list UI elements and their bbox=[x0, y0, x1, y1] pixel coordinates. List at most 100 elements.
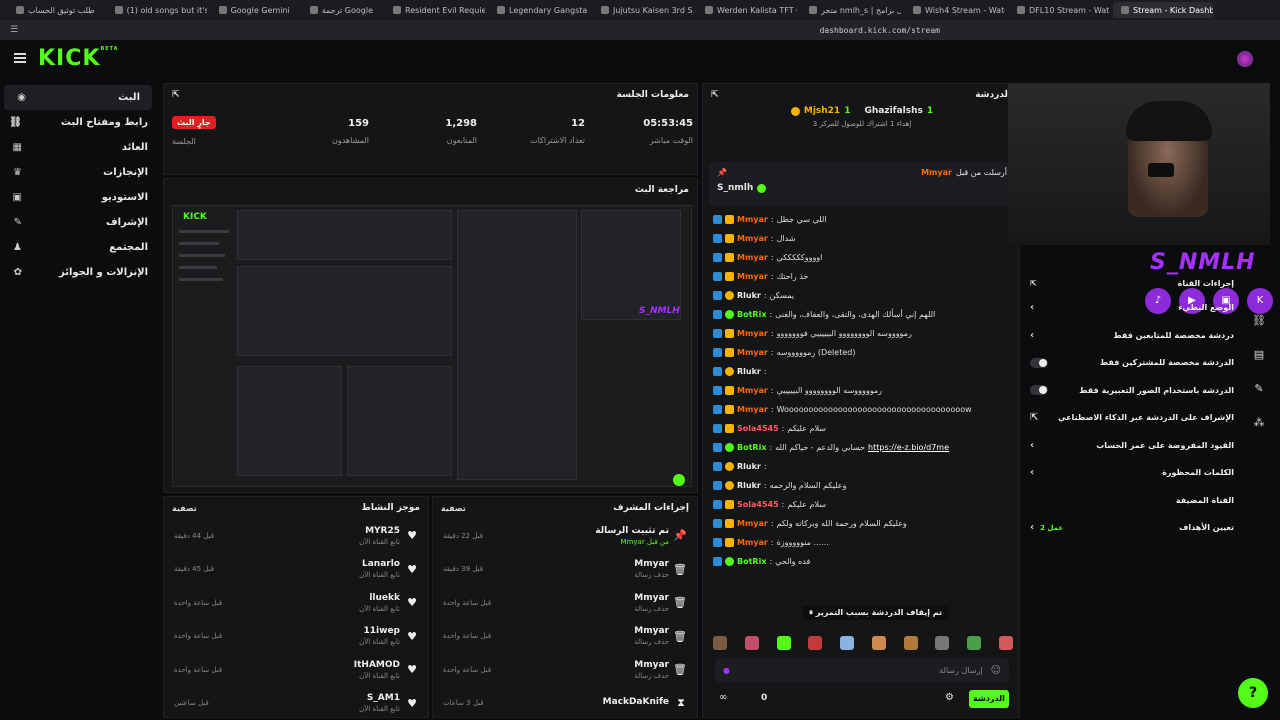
browser-tab[interactable]: Wish4 Stream - Watch bbox=[905, 2, 1005, 18]
chat-input[interactable]: ☺ إرسال رسالة ● bbox=[715, 658, 1009, 682]
mic-icon[interactable]: ● bbox=[723, 666, 730, 675]
chat-message[interactable]: Mmyar: منوووووزة ...... bbox=[713, 533, 1013, 552]
emote-icon[interactable] bbox=[903, 636, 918, 650]
popout-icon[interactable]: ⇱ bbox=[711, 90, 719, 100]
chevron-right-icon[interactable]: › bbox=[1030, 302, 1034, 313]
chat-message[interactable]: Rlukr: وعليكم السلام والرحمه bbox=[713, 476, 1013, 495]
settings-icon[interactable]: ⚙ bbox=[945, 692, 954, 703]
chat-username[interactable]: Rlukr bbox=[737, 462, 761, 471]
emote-icon[interactable] bbox=[967, 636, 982, 650]
pin-icon[interactable]: 📌 bbox=[717, 168, 727, 177]
url-text[interactable]: dashboard.kick.com/stream bbox=[740, 26, 940, 35]
kick-logo[interactable]: KICKBETA bbox=[38, 46, 119, 71]
channel-action-row[interactable]: القيود المفروضة على عمر الحساب › bbox=[1024, 432, 1240, 460]
channel-action-row[interactable]: الدردشة باستخدام الصور التعبيرية فقط bbox=[1024, 377, 1240, 405]
chat-username[interactable]: Mmyar bbox=[737, 386, 768, 395]
chat-paused-banner[interactable]: ⏸ تم إيقاف الدردشة بسبب التمرير bbox=[803, 606, 949, 620]
chat-username[interactable]: Mmyar bbox=[737, 405, 768, 414]
emote-icon[interactable] bbox=[935, 636, 950, 650]
sidebar-item[interactable]: البث ◉ bbox=[4, 85, 152, 110]
menu-icon[interactable] bbox=[14, 53, 26, 63]
chat-username[interactable]: BotRix bbox=[737, 557, 766, 566]
chat-username[interactable]: Mmyar bbox=[737, 234, 768, 243]
toggle-switch[interactable] bbox=[1030, 357, 1048, 368]
filter-button[interactable]: تصفية bbox=[441, 504, 466, 513]
chat-username[interactable]: Mmyar bbox=[737, 519, 768, 528]
browser-tab[interactable]: Resident Evil Requiem - C bbox=[385, 2, 485, 18]
user-avatar[interactable] bbox=[1237, 51, 1253, 67]
mod-action-row[interactable]: 📌 تم تثبيت الرسالة من قبل Mmyar قبل 22 دقيق… bbox=[433, 519, 697, 553]
pinned-message[interactable]: أرسلت من قبل Mmyar 📌 S_nmlh bbox=[709, 162, 1015, 206]
sidebar-item[interactable]: الاستوديو ▣ bbox=[0, 185, 160, 210]
browser-tab[interactable]: (1) old songs but it's lofi re bbox=[107, 2, 207, 18]
emote-icon[interactable] bbox=[776, 636, 791, 650]
chat-message[interactable]: Sola4545: سلام عليكم bbox=[713, 495, 1013, 514]
emote-icon[interactable] bbox=[998, 636, 1013, 650]
activity-row[interactable]: ♥ 11iwep تابع القناة الآن قبل ساعة واحدة bbox=[164, 620, 428, 654]
chat-message[interactable]: Mmyar: Wooooooooooooooooooooooooooooooooo… bbox=[713, 400, 1013, 419]
chat-username[interactable]: Mmyar bbox=[737, 272, 768, 281]
chat-username[interactable]: BotRix bbox=[737, 310, 766, 319]
sidebar-item[interactable]: الإنزالات و الجوائز ✿ bbox=[0, 260, 160, 285]
chat-username[interactable]: Sola4545 bbox=[737, 500, 779, 509]
browser-tab[interactable]: طلب توثيق الحساب bbox=[8, 2, 103, 18]
wrench-icon[interactable]: ✎ bbox=[1248, 378, 1270, 400]
channel-action-row[interactable]: دردشة مخصصة للمتابعين فقط › bbox=[1024, 322, 1240, 350]
chat-username[interactable]: Rlukr bbox=[737, 481, 761, 490]
popout-icon[interactable]: ⇱ bbox=[1030, 279, 1037, 288]
sidebar-item[interactable]: رابط ومفتاح البث ⛓ bbox=[0, 110, 160, 135]
popout-icon[interactable]: ⇱ bbox=[172, 90, 180, 100]
mod-action-row[interactable]: 🗑 Mmyar حذف رسالة قبل ساعة واحدة bbox=[433, 653, 697, 687]
sidebar-item[interactable]: العائد ▦ bbox=[0, 135, 160, 160]
mod-action-row[interactable]: ⧗ MackDaKnife قبل 3 ساعات bbox=[433, 687, 697, 720]
activity-row[interactable]: ♥ lluekk تابع القناة الآن قبل ساعة واحدة bbox=[164, 586, 428, 620]
chat-username[interactable]: Mmyar bbox=[737, 538, 768, 547]
stream-preview-image[interactable]: KICK S_NMLH bbox=[172, 205, 692, 487]
toggle-switch[interactable] bbox=[1030, 385, 1048, 396]
chevron-right-icon[interactable]: › bbox=[1030, 522, 1034, 533]
channel-action-row[interactable]: الإشراف على الدردشة عبر الذكاء الاصطناعي… bbox=[1024, 404, 1240, 432]
channel-action-row[interactable]: الوضع البطيء › bbox=[1024, 294, 1240, 322]
browser-tab[interactable]: ترجمة Google bbox=[302, 2, 381, 18]
chat-username[interactable]: Rlukr bbox=[737, 291, 761, 300]
activity-row[interactable]: ♥ S_AM1 تابع القناة الآن قبل ساعتين bbox=[164, 687, 428, 720]
sidebar-item[interactable]: المجتمع ♟ bbox=[0, 235, 160, 260]
emote-icon[interactable] bbox=[744, 636, 759, 650]
chat-username[interactable]: Mmyar bbox=[737, 253, 768, 262]
apps-icon[interactable]: ⁂ bbox=[1248, 412, 1270, 434]
emote-icon[interactable] bbox=[871, 636, 886, 650]
chat-message[interactable]: Rlukr: يمسكن bbox=[713, 286, 1013, 305]
mod-action-row[interactable]: 🗑 Mmyar حذف رسالة قبل ساعة واحدة bbox=[433, 586, 697, 620]
sidebar-item[interactable]: الإنجازات ♛ bbox=[0, 160, 160, 185]
chat-message[interactable]: Mmyar: رمووووسه الوووووووو البيييييي فووو… bbox=[713, 324, 1013, 343]
link-icon[interactable]: ⛓ bbox=[1248, 310, 1270, 332]
chat-username[interactable]: Sola4545 bbox=[737, 424, 779, 433]
chat-message[interactable]: Mmyar: وعليكم السلام ورحمة الله وبركاته و… bbox=[713, 514, 1013, 533]
chevron-right-icon[interactable]: › bbox=[1030, 467, 1034, 478]
mod-action-row[interactable]: 🗑 Mmyar حذف رسالة قبل ساعة واحدة bbox=[433, 620, 697, 654]
chat-message[interactable]: BotRix: فده والحي bbox=[713, 552, 1013, 571]
browser-tab[interactable]: Google Gemini bbox=[211, 2, 298, 18]
activity-row[interactable]: ♥ MYR25 تابع القناة الآن قبل 44 دقيقة bbox=[164, 519, 428, 553]
chat-message[interactable]: Mmyar: اووووكككككي bbox=[713, 248, 1013, 267]
browser-tab[interactable]: DFL10 Stream - Watch bbox=[1009, 2, 1109, 18]
chat-message[interactable]: Mmyar: خذ راحتك bbox=[713, 267, 1013, 286]
activity-row[interactable]: ♥ Lanarlo تابع القناة الآن قبل 45 دقيقة bbox=[164, 553, 428, 587]
address-bar[interactable]: ☰ dashboard.kick.com/stream bbox=[0, 20, 1280, 40]
chevron-right-icon[interactable]: › bbox=[1030, 330, 1034, 341]
chat-message[interactable]: Rlukr: bbox=[713, 457, 1013, 476]
browser-tab[interactable]: متجر nmlh_s | أفضل برامج bbox=[801, 2, 901, 18]
chat-username[interactable]: Rlukr bbox=[737, 367, 761, 376]
browser-tab[interactable]: Werden Kalista TFT Comp bbox=[697, 2, 797, 18]
chat-username[interactable]: Mmyar bbox=[737, 329, 768, 338]
emote-icon[interactable] bbox=[808, 636, 823, 650]
chat-username[interactable]: BotRix bbox=[737, 443, 766, 452]
chat-message[interactable]: Mmyar: رموووووسه الوووووووو البيييييي bbox=[713, 381, 1013, 400]
chat-username[interactable]: Mmyar bbox=[737, 215, 768, 224]
layout-icon[interactable]: ▤ bbox=[1248, 344, 1270, 366]
chat-message[interactable]: BotRix: اللهم إني أسألك الهدى، والتقى، وا… bbox=[713, 305, 1013, 324]
filter-button[interactable]: تصفية bbox=[172, 504, 197, 513]
emote-icon[interactable] bbox=[840, 636, 855, 650]
chat-username[interactable]: Mmyar bbox=[737, 348, 768, 357]
sidebar-item[interactable]: الإشراف ✎ bbox=[0, 210, 160, 235]
